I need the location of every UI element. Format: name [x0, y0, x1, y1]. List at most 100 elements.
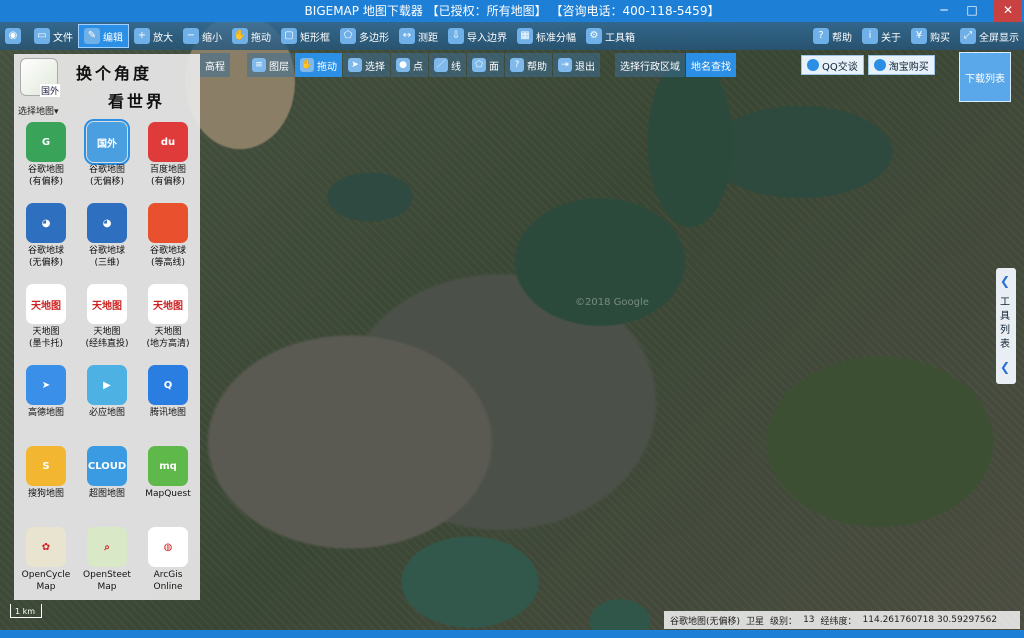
secondary-toolbar-button-8[interactable]: ⇥ 退出 — [553, 53, 600, 77]
map-source-label: 百度地图 (有偏移) — [149, 165, 186, 187]
toolbar-button-6[interactable]: ▢ 矩形框 — [276, 24, 335, 48]
google-earth-contour-icon — [148, 203, 188, 243]
toolbar-button-label: 拖动 — [251, 32, 271, 44]
toolbar-button-label: 工具箱 — [605, 32, 635, 44]
taobao-buy-button[interactable]: 淘宝购买 — [867, 55, 935, 75]
map-source-tile[interactable]: 天地图 天地图 (地方高清) — [139, 284, 197, 362]
minimize-button[interactable]: ─ — [930, 0, 958, 22]
map-source-tile[interactable]: ▶ 必应地图 — [78, 365, 136, 443]
cart-icon: ¥ — [911, 28, 927, 44]
map-source-tile[interactable]: S 搜狗地图 — [17, 446, 75, 524]
edit-icon: ✎ — [84, 28, 100, 44]
secondary-toolbar-button-2[interactable]: ✋ 拖动 — [295, 53, 342, 77]
qq-label: QQ交谈 — [822, 61, 858, 73]
map-source-label: OpenSteet Map — [83, 570, 131, 592]
toolbar-button-5[interactable]: ✋ 拖动 — [227, 24, 276, 48]
window-title: BIGEMAP 地图下载器 【已授权：所有地图】 【咨询电话：400-118-5… — [304, 4, 720, 18]
map-source-tile[interactable]: ◕ 谷歌地球 (无偏移) — [17, 203, 75, 281]
map-source-label: OpenCycle Map — [21, 570, 71, 592]
main-toolbar: ◉ ▭ 文件 ✎ 编辑 + 放大 − 缩小 ✋ 拖动 ▢ 矩形框 ⬠ 多边形 ↔ 测距 ⇩ 导入边界 ▦ 标准分幅 ⚙ 工具… — [0, 22, 1024, 50]
secondary-toolbar-button-0[interactable]: 高程 — [200, 53, 230, 77]
map-source-label: 谷歌地图 (有偏移) — [27, 165, 64, 187]
toolbar-button-7[interactable]: ⬠ 多边形 — [335, 24, 394, 48]
map-source-tile[interactable]: CLOUD 超图地图 — [78, 446, 136, 524]
toolbar-button-0[interactable]: ◉ — [0, 24, 29, 48]
ruler-icon: ↔ — [399, 28, 415, 44]
select-map-dropdown[interactable]: 选择地图▾ — [18, 104, 59, 117]
tool-list-tab[interactable]: ❮ 工具列表 ❮ — [996, 268, 1016, 384]
secondary-toolbar-button-1[interactable]: ≡ 图层 — [247, 53, 294, 77]
toolbar-button-label: 关于 — [881, 32, 901, 44]
sogou-map-icon: S — [26, 446, 66, 486]
polygon-icon: ⬠ — [340, 28, 356, 44]
map-source-tile[interactable]: 天地图 天地图 (经纬直投) — [78, 284, 136, 362]
toolbar-button-8[interactable]: ↔ 测距 — [394, 24, 443, 48]
zoom-in-icon: + — [134, 28, 150, 44]
toolbar-button-label: 全屏显示 — [979, 32, 1019, 44]
chevron-left-icon[interactable]: ❮ — [1000, 274, 1010, 288]
secondary-toolbar-button-3[interactable]: ➤ 选择 — [343, 53, 390, 77]
download-list-button[interactable]: 下载列表 — [959, 52, 1011, 102]
map-source-tile[interactable]: ◕ 谷歌地球 (三维) — [78, 203, 136, 281]
fullscreen-icon: ⤢ — [960, 28, 976, 44]
toolbar-button-9[interactable]: ⇩ 导入边界 — [443, 24, 512, 48]
close-button[interactable]: ✕ — [994, 0, 1022, 22]
secondary-toolbar-button-4[interactable]: ● 点 — [391, 53, 428, 77]
map-source-label: 谷歌地图 (无偏移) — [88, 165, 125, 187]
toolbar-button-label: 测距 — [418, 32, 438, 44]
hand-icon: ✋ — [232, 28, 248, 44]
toolbar-button-10[interactable]: ▦ 标准分幅 — [512, 24, 581, 48]
toolbar-button-4[interactable]: − 缩小 — [178, 24, 227, 48]
secondary-toolbar-button-6[interactable]: ⬠ 面 — [467, 53, 504, 77]
baidu-map-icon: du — [148, 122, 188, 162]
status-layer: 卫星 — [746, 616, 765, 627]
map-source-tile[interactable]: 国外 谷歌地图 (无偏移) — [78, 119, 136, 200]
map-source-tile[interactable]: mq MapQuest — [139, 446, 197, 524]
map-source-tile[interactable]: Q 腾讯地图 — [139, 365, 197, 443]
map-source-tile[interactable]: 谷歌地球 (等高线) — [139, 203, 197, 281]
google-maps-foreign-icon: 国外 — [84, 119, 130, 165]
maximize-button[interactable]: □ — [958, 0, 986, 22]
map-source-tile[interactable]: ⌕ OpenSteet Map — [78, 527, 136, 605]
file-icon: ▭ — [34, 28, 50, 44]
taobao-label: 淘宝购买 — [888, 61, 929, 73]
status-coords: 114.261760718 30.59297562 — [862, 615, 998, 625]
secondary-toolbar-button-7[interactable]: ? 帮助 — [505, 53, 552, 77]
map-source-label: 谷歌地球 (无偏移) — [27, 246, 64, 268]
tool-list-label: 工具列表 — [1000, 297, 1010, 350]
toolbar-button-3[interactable]: + 放大 — [129, 24, 178, 48]
map-source-tile[interactable]: du 百度地图 (有偏移) — [139, 122, 197, 200]
import-boundary-icon: ⇩ — [448, 28, 464, 44]
secondary-toolbar-label: 高程 — [205, 61, 225, 73]
tab-select-region[interactable]: 选择行政区域 — [615, 53, 685, 77]
map-source-tile[interactable]: ➤ 高德地图 — [17, 365, 75, 443]
toolbar-button-15[interactable]: ⤢ 全屏显示 — [955, 24, 1024, 48]
toolbar-button-1[interactable]: ▭ 文件 — [29, 24, 78, 48]
map-source-label: 天地图 (墨卡托) — [28, 327, 64, 349]
chevron-left-icon[interactable]: ❮ — [1000, 360, 1010, 374]
status-map-name: 谷歌地图(无偏移) — [670, 616, 741, 627]
map-source-label: 天地图 (地方高清) — [146, 327, 190, 349]
toolbar-button-12[interactable]: ? 帮助 — [808, 24, 857, 48]
toolbar-button-2[interactable]: ✎ 编辑 — [78, 24, 129, 48]
map-source-tile[interactable]: ◍ ArcGis Online — [139, 527, 197, 605]
rectangle-icon: ▢ — [281, 28, 297, 44]
map-source-tile[interactable]: ✿ OpenCycle Map — [17, 527, 75, 605]
tab-place-search[interactable]: 地名查找 — [686, 53, 736, 77]
map-source-tile[interactable]: G 谷歌地图 (有偏移) — [17, 122, 75, 200]
toolbar-button-14[interactable]: ¥ 购买 — [906, 24, 955, 48]
qq-chat-button[interactable]: QQ交谈 — [801, 55, 864, 75]
map-source-tile[interactable]: 天地图 天地图 (墨卡托) — [17, 284, 75, 362]
toolbox-icon: ⚙ — [586, 28, 602, 44]
secondary-toolbar-label: 点 — [413, 61, 423, 73]
status-coord-label: 经纬度： — [820, 616, 857, 627]
toolbar-button-label: 编辑 — [103, 32, 123, 44]
opencyclemap-icon: ✿ — [26, 527, 66, 567]
secondary-toolbar-button-5[interactable]: ／线 — [429, 53, 466, 77]
toolbar-button-13[interactable]: i 关于 — [857, 24, 906, 48]
toolbar-button-11[interactable]: ⚙ 工具箱 — [581, 24, 640, 48]
arcgis-icon: ◍ — [148, 527, 188, 567]
map-watermark: ©2018 Google — [575, 297, 649, 308]
map-source-label: 搜狗地图 — [27, 489, 64, 499]
toolbar-button-label: 矩形框 — [300, 32, 330, 44]
